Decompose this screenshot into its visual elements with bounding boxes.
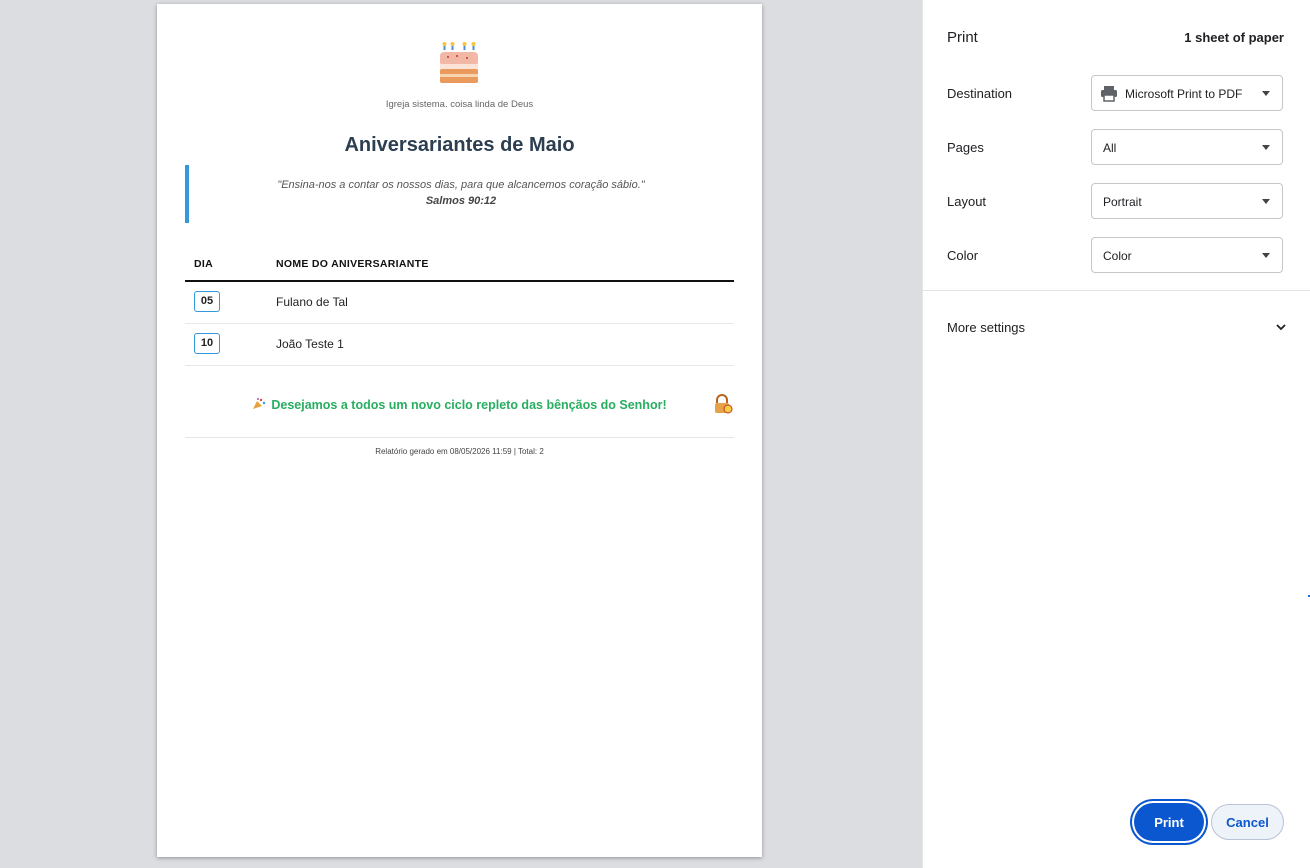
dropdown-caret-icon: [1262, 145, 1270, 150]
lock-icon: [715, 394, 733, 414]
column-header-name: NOME DO ANIVERSARIANTE: [276, 258, 429, 270]
birthday-name: Fulano de Tal: [276, 295, 348, 309]
print-settings-panel: Print 1 sheet of paper Destination Micro…: [922, 0, 1310, 868]
destination-select[interactable]: Microsoft Print to PDF: [1091, 75, 1283, 111]
report-footer: Relatório gerado em 08/05/2026 11:59 | T…: [375, 447, 544, 456]
table-row: 10 João Teste 1: [185, 324, 734, 366]
layout-select[interactable]: Portrait: [1091, 183, 1283, 219]
destination-value: Microsoft Print to PDF: [1125, 87, 1243, 101]
day-badge: 05: [194, 291, 220, 312]
dropdown-caret-icon: [1262, 253, 1270, 258]
table-header: DIA NOME DO ANIVERSARIANTE: [185, 249, 734, 282]
wish-text: Desejamos a todos um novo ciclo repleto …: [271, 398, 667, 412]
chevron-down-icon[interactable]: [1274, 320, 1288, 334]
preview-page: Igreja sistema. coisa linda de Deus Aniv…: [157, 4, 762, 857]
printer-icon: [1101, 86, 1117, 102]
wish-message: Desejamos a todos um novo ciclo repleto …: [157, 398, 762, 412]
dropdown-caret-icon: [1262, 199, 1270, 204]
more-settings-toggle[interactable]: More settings: [947, 320, 1025, 335]
birthday-cake-icon: [440, 42, 478, 83]
column-header-day: DIA: [194, 258, 213, 270]
pages-label: Pages: [947, 140, 984, 155]
day-badge: 10: [194, 333, 220, 354]
sheet-count: 1 sheet of paper: [1184, 30, 1284, 45]
table-row: 05 Fulano de Tal: [185, 282, 734, 324]
panel-title: Print: [947, 29, 978, 46]
dropdown-caret-icon: [1262, 91, 1270, 96]
print-button[interactable]: Print: [1134, 803, 1204, 841]
panel-divider: [923, 290, 1310, 291]
party-popper-icon: [253, 398, 266, 409]
layout-label: Layout: [947, 194, 987, 209]
print-preview-area: Igreja sistema. coisa linda de Deus Aniv…: [0, 0, 922, 868]
color-select[interactable]: Color: [1091, 237, 1283, 273]
layout-value: Portrait: [1103, 195, 1142, 209]
verse-box: "Ensina-nos a contar os nossos dias, par…: [185, 165, 733, 223]
footer-divider: [185, 437, 734, 438]
color-value: Color: [1103, 249, 1132, 263]
pages-select[interactable]: All: [1091, 129, 1283, 165]
pages-value: All: [1103, 141, 1117, 155]
birthday-name: João Teste 1: [276, 337, 344, 351]
verse-reference: Salmos 90:12: [425, 195, 497, 207]
destination-label: Destination: [947, 86, 1013, 101]
birthday-table: DIA NOME DO ANIVERSARIANTE 05 Fulano de …: [185, 249, 734, 366]
cancel-button[interactable]: Cancel: [1211, 804, 1284, 840]
color-label: Color: [947, 248, 979, 263]
report-title: Aniversariantes de Maio: [344, 134, 575, 156]
church-name: Igreja sistema. coisa linda de Deus: [385, 99, 534, 110]
verse-text: "Ensina-nos a contar os nossos dias, par…: [277, 179, 645, 191]
